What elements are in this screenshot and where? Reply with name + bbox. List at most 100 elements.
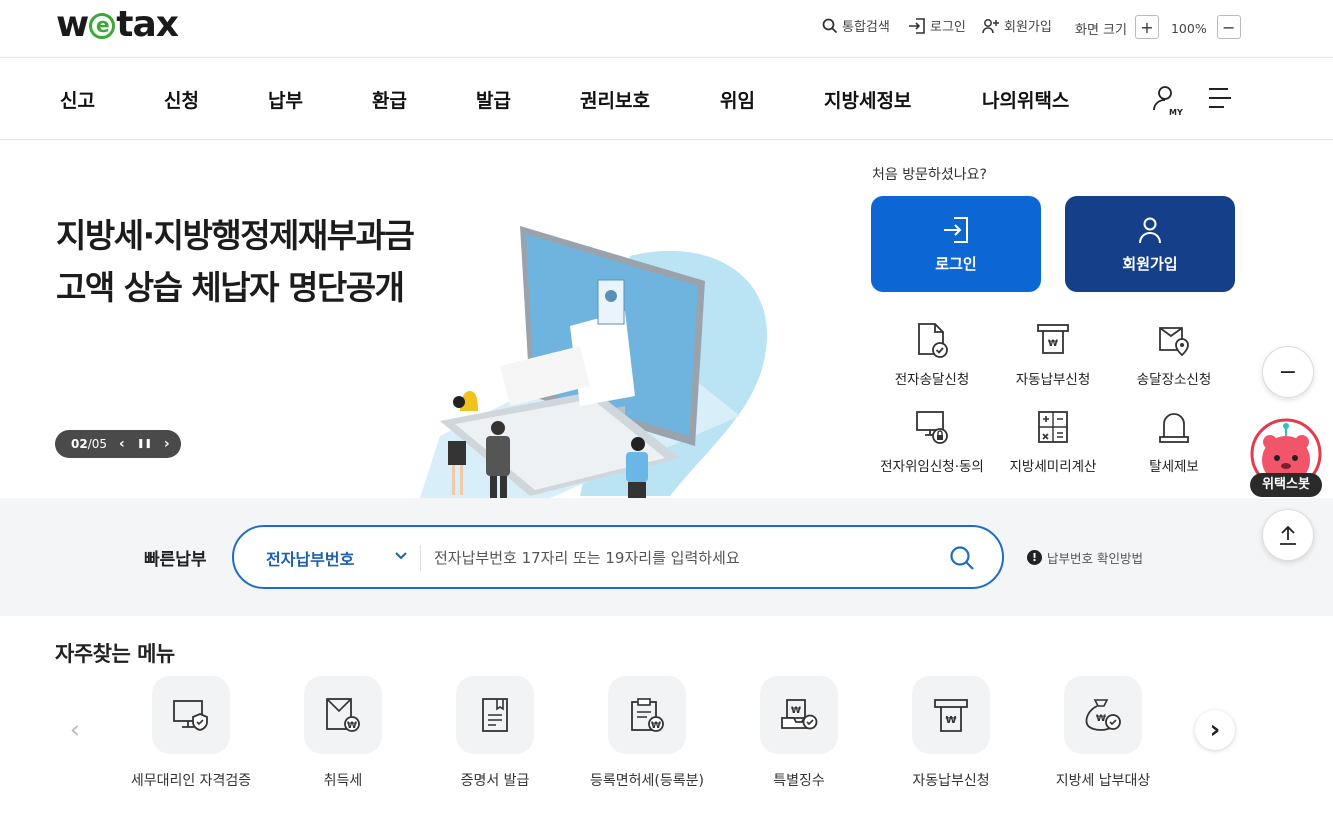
frequent-menu-title: 자주찾는 메뉴 [55,642,175,666]
help-text: 납부번호 확인방법 [1047,551,1143,566]
quick-menu-tax-evasion-report[interactable]: 탈세제보 [1109,409,1239,475]
zoom-label: 화면 크기 [1075,23,1127,38]
monitor-lock-icon [916,411,948,444]
top-utility-bar: w e tax 통합검색 로그인 회원가입 화면 크기 + 100% − [0,0,1333,58]
clipboard-won-icon: ₩ [631,698,664,732]
frequent-item-special-collection[interactable]: ₩ 특별징수 [724,676,874,790]
payment-type-select[interactable]: 전자납부번호 [266,546,354,570]
slide-pause-button[interactable]: ❚❚ [137,439,152,449]
wetax-bot-label[interactable]: 위택스봇 [1250,473,1322,497]
frequent-item-auto-pay[interactable]: ₩ 자동납부신청 [876,676,1026,790]
search-icon[interactable] [948,544,976,572]
calculator-icon [1038,411,1068,443]
tray-won-icon: ₩ [781,699,818,730]
frequent-item-label: 세무대리인 자격검증 [130,773,252,789]
arrow-up-icon [1280,525,1296,545]
hero-title-line1: 지방세·지방행정제재부과금 [56,216,415,255]
nav-item-rights[interactable]: 권리보호 [580,86,650,113]
main-navigation: 신고 신청 납부 환급 발급 권리보호 위임 지방세정보 나의위택스 MY [0,59,1333,140]
signup-label: 회원가입 [1004,20,1052,35]
chevron-down-icon[interactable] [394,549,408,563]
zoom-out-button[interactable]: − [1216,15,1241,39]
zoom-control: 화면 크기 + 100% − [1075,15,1241,39]
document-location-icon [1159,327,1189,357]
signup-link[interactable]: 회원가입 [982,16,1052,35]
quick-menu-label: 전자위임신청·동의 [880,459,984,475]
quick-menu-label: 송달장소신청 [1136,372,1212,388]
quick-menu-auto-pay[interactable]: ₩ 자동납부신청 [988,322,1118,388]
logo-text-tax: tax [116,4,179,45]
frequent-item-label: 취득세 [323,773,363,789]
auto-pay-icon: ₩ [934,699,968,732]
zoom-in-button[interactable]: + [1134,15,1159,39]
payment-number-help-link[interactable]: ! 납부번호 확인방법 [1027,548,1143,567]
frequent-item-label: 특별징수 [773,773,825,789]
hero-illustration [420,226,768,498]
svg-text:₩: ₩ [1048,339,1058,349]
page: w e tax 통합검색 로그인 회원가입 화면 크기 + 100% − 신고 신청… [0,0,1333,814]
doc-won-icon: ₩ [326,698,360,732]
nav-item-report[interactable]: 신고 [60,86,95,113]
document-check-icon [918,323,948,358]
nav-item-payment[interactable]: 납부 [268,86,303,113]
nav-item-refund[interactable]: 환급 [372,86,407,113]
hero-title-line2: 고액 상습 체납자 명단공개 [56,268,405,307]
frequent-prev-button[interactable]: ‹ [55,710,95,750]
quick-menu-delivery-place[interactable]: 송달장소신청 [1109,322,1239,388]
logo-text-w: w [56,4,89,45]
svg-text:₩: ₩ [1096,714,1106,724]
nav-item-delegation[interactable]: 위임 [720,86,755,113]
nav-item-local-tax-info[interactable]: 지방세정보 [824,86,911,113]
slide-total: 05 [91,437,108,451]
hero-banner-title[interactable]: 지방세·지방행정제재부과금 고액 상습 체납자 명단공개 [56,210,415,314]
quick-menu-label: 탈세제보 [1149,459,1199,475]
slide-next-button[interactable]: › [164,436,170,452]
frequent-item-registration-tax[interactable]: ₩ 등록면허세(등록분) [572,676,722,790]
login-label: 로그인 [930,20,966,35]
money-bag-icon: ₩ [1085,699,1121,731]
minus-icon: − [1278,359,1298,385]
frequent-item-tax-agent-verify[interactable]: 세무대리인 자격검증 [116,676,266,790]
frequent-next-button[interactable]: › [1195,710,1235,750]
user-plus-icon [982,18,999,33]
login-icon [944,216,968,243]
login-link[interactable]: 로그인 [908,16,966,35]
integrated-search-label: 통합검색 [842,20,890,35]
quick-pay-search-box: 전자납부번호 [232,525,1004,589]
slide-controls: 02 / 05 ‹ ❚❚ › [55,430,181,458]
my-user-icon: MY [1153,86,1183,117]
my-page-button[interactable]: MY [1150,83,1184,121]
frequent-item-label: 등록면허세(등록분) [590,773,704,789]
wetax-logo[interactable]: w e tax [56,4,179,45]
hero-signup-button[interactable]: 회원가입 [1065,196,1235,292]
integrated-search-link[interactable]: 통합검색 [822,16,890,35]
search-divider [420,545,421,571]
hero-login-button[interactable]: 로그인 [871,196,1041,292]
nav-item-issuance[interactable]: 발급 [476,86,511,113]
nav-item-my-wetax[interactable]: 나의위택스 [982,86,1069,113]
certificate-icon [482,698,508,732]
frequent-item-label: 증명서 발급 [460,773,530,789]
all-menu-button[interactable] [1206,87,1232,113]
slide-prev-button[interactable]: ‹ [119,436,125,452]
quick-menu-tax-calc[interactable]: 지방세미리계산 [988,409,1118,475]
quick-menu-e-delegation[interactable]: 전자위임신청·동의 [867,409,997,475]
quick-menu-e-delivery[interactable]: 전자송달신청 [867,322,997,388]
zoom-value: 100% [1170,21,1207,36]
hero-signup-label: 회원가입 [1122,254,1178,273]
bell-icon [1159,413,1189,443]
frequent-item-acquisition-tax[interactable]: ₩ 취득세 [268,676,418,790]
payment-number-input[interactable] [434,541,914,575]
scroll-top-button[interactable] [1262,509,1314,561]
frequent-item-certificate[interactable]: 증명서 발급 [420,676,570,790]
floating-zoom-out-button[interactable]: − [1262,346,1314,398]
hamburger-icon [1209,88,1231,108]
chevron-right-icon: › [1209,715,1221,745]
login-icon [909,17,925,34]
info-icon: ! [1027,550,1042,565]
first-visit-question: 처음 방문하셨나요? [872,167,987,183]
frequent-item-local-tax-target[interactable]: ₩ 지방세 납부대상 [1028,676,1178,790]
nav-item-apply[interactable]: 신청 [164,86,199,113]
logo-text-e: e [89,13,116,39]
quick-menu-label: 지방세미리계산 [1009,459,1097,475]
